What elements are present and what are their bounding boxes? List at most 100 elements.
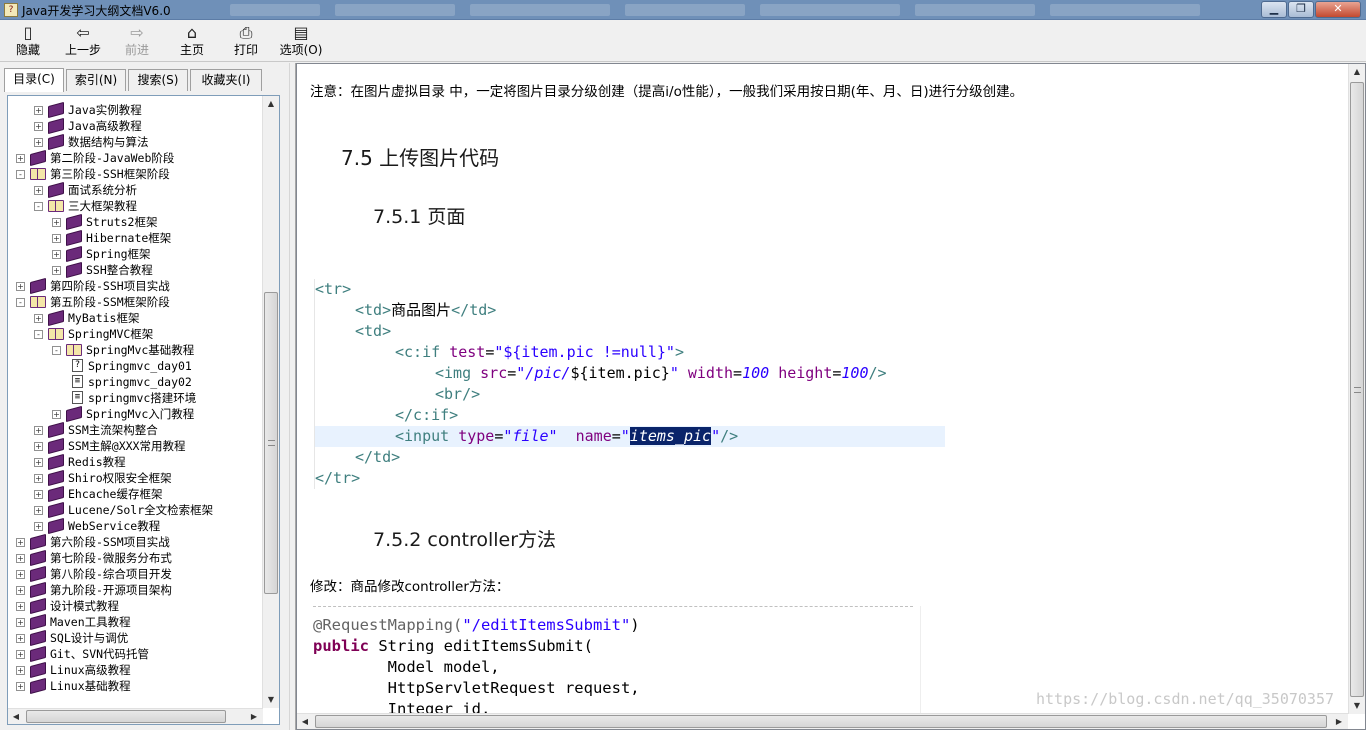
collapse-icon[interactable]: - — [34, 202, 43, 211]
tree-hscroll-thumb[interactable] — [26, 710, 226, 723]
tree-item[interactable]: + WebService教程 — [8, 517, 263, 535]
expand-icon[interactable]: + — [34, 186, 43, 195]
maximize-button[interactable]: ❐ — [1288, 1, 1314, 18]
hide-button[interactable]: ▯ 隐藏 — [8, 23, 48, 61]
scroll-up-arrow[interactable]: ▲ — [1349, 64, 1365, 80]
tab-contents[interactable]: 目录(C) — [4, 68, 64, 92]
close-button[interactable]: ✕ — [1315, 1, 1361, 18]
expand-icon[interactable]: + — [34, 106, 43, 115]
tree-item[interactable]: + Spring框架 — [8, 245, 263, 263]
tree-horizontal-scrollbar[interactable]: ◀ ▶ — [8, 708, 263, 724]
tree-item[interactable]: + Ehcache缓存框架 — [8, 485, 263, 503]
tree-item[interactable]: + 第七阶段-微服务分布式 — [8, 549, 263, 567]
tree-vertical-scrollbar[interactable]: ▲ ▼ — [262, 96, 279, 708]
content-hscroll-thumb[interactable] — [315, 715, 1327, 728]
expand-icon[interactable]: + — [34, 490, 43, 499]
content-vertical-scrollbar[interactable]: ▲ ▼ — [1348, 64, 1365, 714]
tree-item[interactable]: + 第九阶段-开源项目架构 — [8, 581, 263, 599]
tree-item[interactable]: ? Springmvc_day01 — [8, 358, 263, 374]
tree-item[interactable]: - SpringMvc基础教程 — [8, 342, 263, 358]
tree-item[interactable]: + SQL设计与调优 — [8, 629, 263, 647]
tree-item[interactable]: + 数据结构与算法 — [8, 133, 263, 151]
scroll-left-arrow[interactable]: ◀ — [297, 714, 313, 729]
expand-icon[interactable]: + — [16, 538, 25, 547]
expand-icon[interactable]: + — [34, 138, 43, 147]
tree-item[interactable]: + 第四阶段-SSH项目实战 — [8, 277, 263, 295]
pane-splitter[interactable] — [289, 63, 296, 730]
content-scroll-thumb[interactable] — [1350, 82, 1364, 697]
expand-icon[interactable]: + — [16, 586, 25, 595]
expand-icon[interactable]: + — [16, 682, 25, 691]
scroll-down-arrow[interactable]: ▼ — [263, 692, 279, 708]
expand-icon[interactable]: + — [34, 506, 43, 515]
tab-favorites[interactable]: 收藏夹(I) — [190, 69, 262, 91]
tree-item[interactable]: + Linux基础教程 — [8, 677, 263, 695]
tree-item[interactable]: + 设计模式教程 — [8, 597, 263, 615]
tree-item[interactable]: - 第五阶段-SSM框架阶段 — [8, 294, 263, 310]
minimize-button[interactable]: ▁ — [1261, 1, 1287, 18]
expand-icon[interactable]: + — [16, 650, 25, 659]
expand-icon[interactable]: + — [34, 122, 43, 131]
expand-icon[interactable]: + — [16, 570, 25, 579]
tab-search[interactable]: 搜索(S) — [128, 69, 188, 91]
scroll-right-arrow[interactable]: ▶ — [1331, 714, 1347, 729]
tree-item[interactable]: + Redis教程 — [8, 453, 263, 471]
forward-button[interactable]: ⇨ 前进 — [118, 23, 156, 61]
expand-icon[interactable]: + — [52, 410, 61, 419]
expand-icon[interactable]: + — [34, 522, 43, 531]
expand-icon[interactable]: + — [34, 474, 43, 483]
tree-item[interactable]: + Git、SVN代码托管 — [8, 645, 263, 663]
collapse-icon[interactable]: - — [16, 170, 25, 179]
tree-item[interactable]: + Linux高级教程 — [8, 661, 263, 679]
tree-item[interactable]: + SSM主流架构整合 — [8, 421, 263, 439]
tree-item[interactable]: + 面试系统分析 — [8, 181, 263, 199]
tree-item[interactable]: - SpringMVC框架 — [8, 326, 263, 342]
tree-item[interactable]: + SSM主解@XXX常用教程 — [8, 437, 263, 455]
selected-text[interactable]: items_pic — [629, 427, 712, 445]
back-button[interactable]: ⇦ 上一步 — [60, 23, 106, 61]
tab-index[interactable]: 索引(N) — [66, 69, 126, 91]
tree-item[interactable]: + Maven工具教程 — [8, 613, 263, 631]
collapse-icon[interactable]: - — [52, 346, 61, 355]
tree-item[interactable]: + Java实例教程 — [8, 102, 263, 119]
scroll-right-arrow[interactable]: ▶ — [246, 709, 262, 724]
expand-icon[interactable]: + — [16, 634, 25, 643]
expand-icon[interactable]: + — [52, 250, 61, 259]
scroll-left-arrow[interactable]: ◀ — [8, 709, 24, 724]
tree-item[interactable]: + Shiro权限安全框架 — [8, 469, 263, 487]
expand-icon[interactable]: + — [52, 218, 61, 227]
expand-icon[interactable]: + — [16, 154, 25, 163]
tree-item[interactable]: + Struts2框架 — [8, 213, 263, 231]
tree-item[interactable]: + 第二阶段-JavaWeb阶段 — [8, 149, 263, 167]
tree-item[interactable]: + Lucene/Solr全文检索框架 — [8, 501, 263, 519]
expand-icon[interactable]: + — [34, 442, 43, 451]
tree-item[interactable]: ≡ springmvc搭建环境 — [8, 390, 263, 406]
tree-item[interactable]: ≡ springmvc_day02 — [8, 374, 263, 390]
expand-icon[interactable]: + — [52, 266, 61, 275]
print-button[interactable]: ⎙ 打印 — [226, 23, 266, 61]
scroll-down-arrow[interactable]: ▼ — [1349, 698, 1365, 714]
tree-item[interactable]: + SpringMvc入门教程 — [8, 405, 263, 423]
expand-icon[interactable]: + — [16, 618, 25, 627]
expand-icon[interactable]: + — [16, 554, 25, 563]
tree-item[interactable]: + Java高级教程 — [8, 117, 263, 135]
expand-icon[interactable]: + — [34, 426, 43, 435]
tree-item[interactable]: + 第六阶段-SSM项目实战 — [8, 533, 263, 551]
tree-item[interactable]: + Hibernate框架 — [8, 229, 263, 247]
expand-icon[interactable]: + — [16, 602, 25, 611]
expand-icon[interactable]: + — [34, 458, 43, 467]
expand-icon[interactable]: + — [52, 234, 61, 243]
expand-icon[interactable]: + — [16, 666, 25, 675]
content-horizontal-scrollbar[interactable]: ◀ ▶ — [297, 713, 1348, 729]
tree-item[interactable]: + SSH整合教程 — [8, 261, 263, 279]
scroll-up-arrow[interactable]: ▲ — [263, 96, 279, 112]
home-button[interactable]: ⌂ 主页 — [172, 23, 212, 61]
expand-icon[interactable]: + — [16, 282, 25, 291]
tree-item[interactable]: - 第三阶段-SSH框架阶段 — [8, 166, 263, 182]
tree-item[interactable]: - 三大框架教程 — [8, 198, 263, 214]
tree-scroll-thumb[interactable] — [264, 292, 278, 594]
options-button[interactable]: ▤ 选项(O) — [278, 23, 324, 61]
tree-item[interactable]: + MyBatis框架 — [8, 309, 263, 327]
tree-item[interactable]: + 第八阶段-综合项目开发 — [8, 565, 263, 583]
expand-icon[interactable]: + — [34, 314, 43, 323]
